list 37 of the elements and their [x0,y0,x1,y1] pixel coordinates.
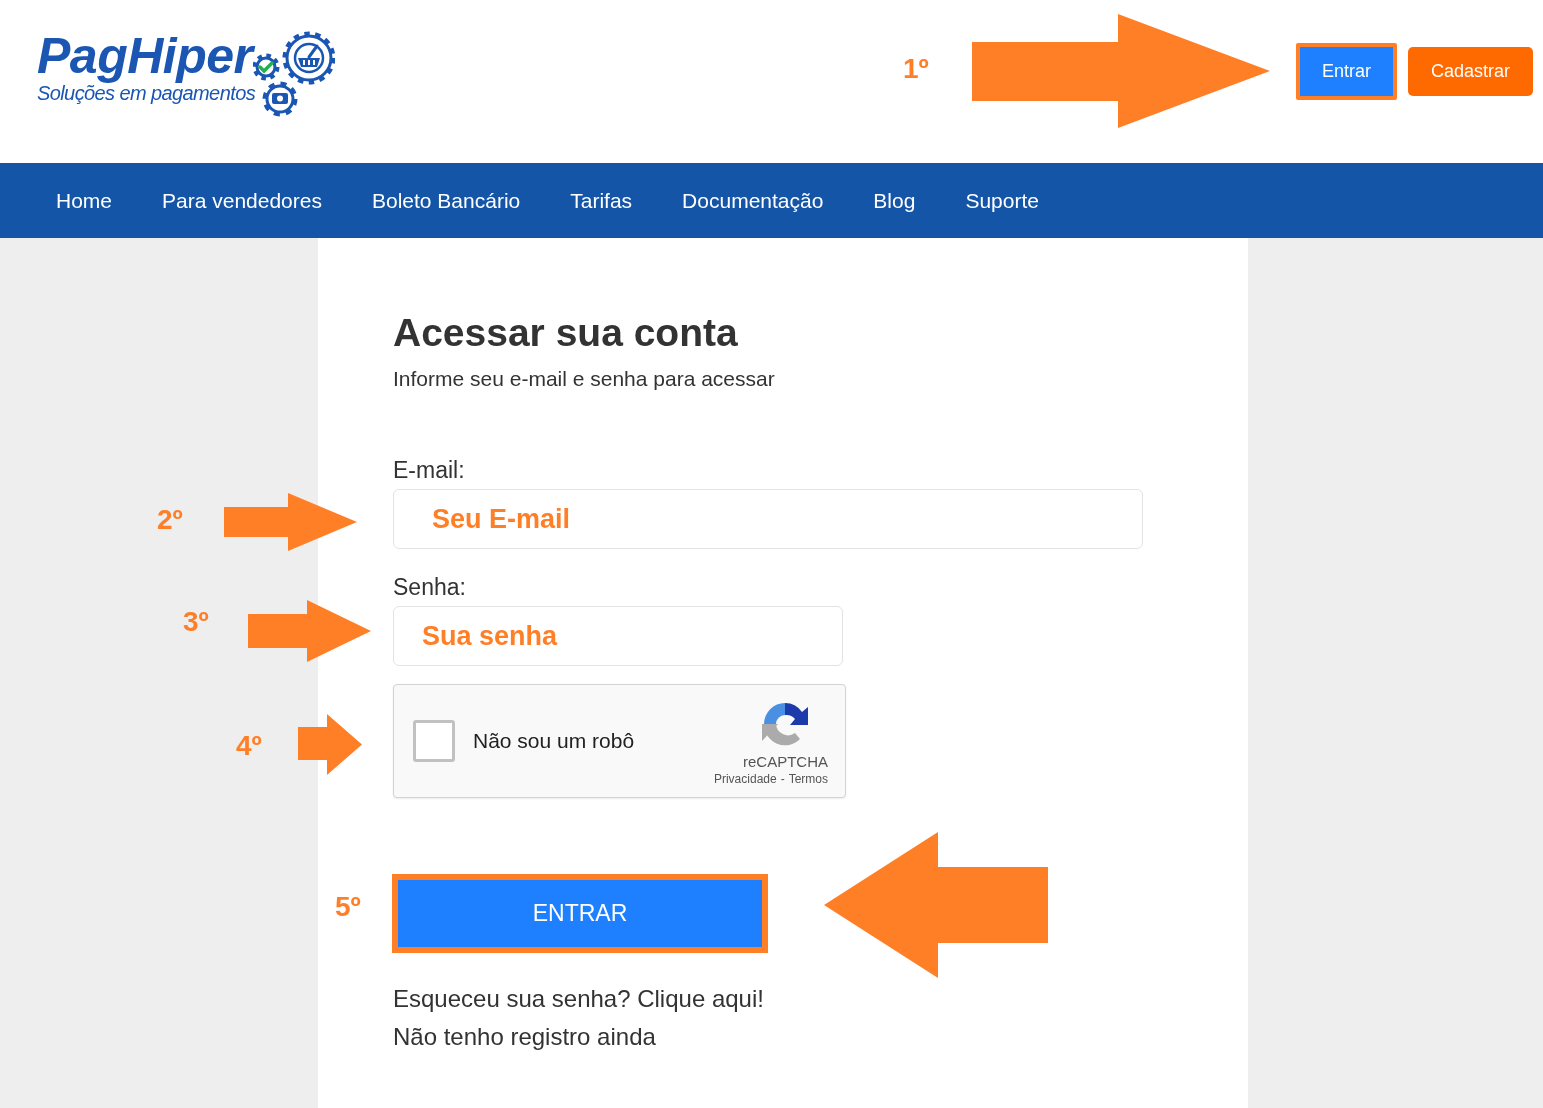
right-arrow-icon [298,714,362,775]
step-number: 5º [335,893,361,921]
step-number: 4º [236,732,262,760]
step-number: 2º [157,506,183,534]
gears-icon [253,30,336,117]
nav-link[interactable]: Home [56,188,113,213]
nav-link[interactable]: Tarifas [570,188,633,213]
page-title: Acessar sua conta [393,310,738,356]
nav-link[interactable]: Boleto Bancário [372,188,521,213]
step-number: 1º [903,55,929,83]
captcha-label: Não sou um robô [473,729,635,753]
email-field[interactable]: Seu E-mail [393,489,1143,549]
right-arrow-icon [248,600,371,662]
right-arrow-icon [972,14,1270,128]
logo-tagline: Soluções em pagamentos [37,82,256,104]
field-label: Senha: [393,573,466,601]
page-subtitle: Informe seu e-mail e senha para acessar [393,366,775,392]
circular-arrows-icon [762,701,809,747]
link-separator: - [780,771,785,787]
password-field[interactable]: Sua senha [393,606,843,666]
checkbox[interactable] [413,720,455,762]
login-button[interactable]: Entrar [1295,43,1397,100]
nav-link[interactable]: Documentação [682,188,824,213]
captcha-link[interactable]: Privacidade [713,771,777,787]
left-arrow-icon [824,832,1048,978]
right-arrow-icon [224,493,357,551]
nav-link[interactable]: Suporte [965,188,1039,213]
nav-link[interactable]: Para vendedores [162,188,322,213]
captcha-link[interactable]: Termos [788,771,828,787]
logo-wordmark: PagHiper [37,28,256,84]
page-link[interactable]: Esqueceu sua senha? Clique aqui! [393,984,764,1014]
page-link[interactable]: Não tenho registro ainda [393,1022,764,1052]
nav-link[interactable]: Blog [873,188,916,213]
captcha-brand-text: reCAPTCHA [743,753,828,771]
submit-button[interactable]: ENTRAR [392,874,768,953]
field-label: E-mail: [393,456,465,484]
step-number: 3º [183,608,209,636]
